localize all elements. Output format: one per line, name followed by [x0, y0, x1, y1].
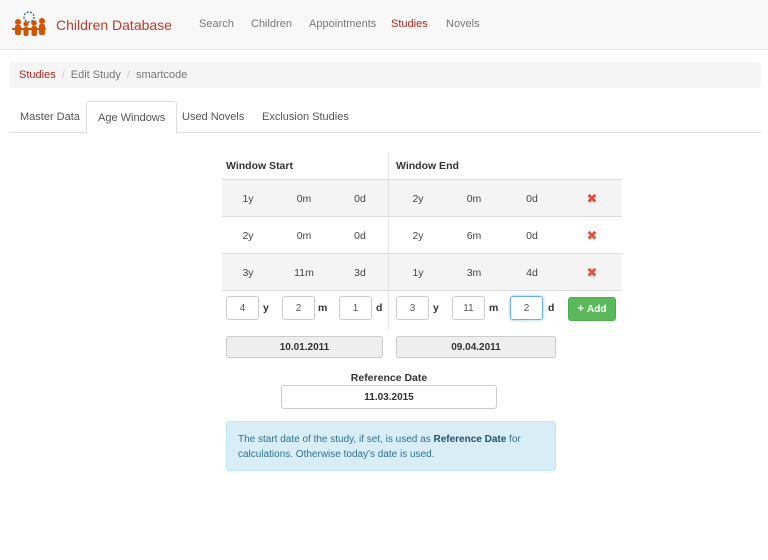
- end-years: 2y: [412, 193, 424, 205]
- tab-bar: Master Data Age Windows Used Novels Excl…: [9, 101, 761, 134]
- unit-days: d: [376, 302, 383, 314]
- header-window-start: Window Start: [226, 160, 293, 172]
- table-row: 2y 0m 0d 2y 6m 0d ✖: [222, 216, 622, 253]
- navbar: Children Database Search Children Appoin…: [0, 0, 768, 50]
- breadcrumb: Studies / Edit Study / smartcode: [9, 62, 761, 88]
- add-button[interactable]: + Add: [568, 297, 616, 321]
- info-text-before: The start date of the study, if set, is …: [238, 434, 434, 445]
- start-months: 0m: [296, 230, 312, 242]
- unit-days: d: [548, 302, 555, 314]
- reference-date-label: Reference Date: [350, 372, 428, 384]
- end-months: 0m: [466, 193, 482, 205]
- start-years: 1y: [242, 193, 254, 205]
- table-row: 3y 11m 3d 1y 3m 4d ✖: [222, 253, 622, 290]
- add-button-label: Add: [586, 303, 607, 315]
- start-months-input[interactable]: [282, 296, 315, 320]
- info-text-strong: Reference Date: [433, 434, 507, 445]
- plus-icon: +: [577, 303, 584, 315]
- start-months: 0m: [296, 193, 312, 205]
- tab-exclusion-studies[interactable]: Exclusion Studies: [251, 101, 360, 133]
- header-window-end: Window End: [396, 160, 459, 172]
- start-years: 3y: [242, 267, 254, 279]
- unit-months: m: [489, 302, 499, 314]
- start-date-display: 10.01.2011: [226, 336, 383, 358]
- brand[interactable]: Children Database: [10, 9, 172, 41]
- delete-icon[interactable]: ✖: [585, 228, 599, 244]
- end-months-input[interactable]: [452, 296, 485, 320]
- tab-master-data[interactable]: Master Data: [9, 101, 91, 133]
- end-days-input[interactable]: [510, 296, 543, 320]
- nav-search[interactable]: Search: [199, 18, 234, 30]
- delete-icon[interactable]: ✖: [585, 191, 599, 207]
- table-row: 1y 0m 0d 2y 0m 0d ✖: [222, 179, 622, 216]
- breadcrumb-current: smartcode: [135, 69, 188, 81]
- reference-date-input[interactable]: 11.03.2015: [281, 385, 497, 409]
- tab-age-windows[interactable]: Age Windows: [86, 101, 178, 134]
- unit-months: m: [318, 302, 328, 314]
- info-alert: The start date of the study, if set, is …: [226, 421, 556, 471]
- end-months: 3m: [466, 267, 482, 279]
- breadcrumb-studies[interactable]: Studies: [19, 69, 56, 81]
- start-days: 0d: [354, 230, 366, 242]
- end-days: 4d: [526, 267, 538, 279]
- start-days: 3d: [354, 267, 366, 279]
- start-years: 2y: [242, 230, 254, 242]
- start-months: 11m: [294, 267, 314, 279]
- breadcrumb-separator: /: [61, 69, 65, 81]
- end-years: 2y: [412, 230, 424, 242]
- children-logo-icon: [12, 11, 46, 36]
- end-years: 1y: [412, 267, 424, 279]
- end-years-input[interactable]: [396, 296, 429, 320]
- start-days: 0d: [354, 193, 366, 205]
- nav-studies[interactable]: Studies: [391, 18, 428, 30]
- breadcrumb-separator: /: [126, 69, 130, 81]
- end-days: 0d: [526, 230, 538, 242]
- start-years-input[interactable]: [226, 296, 259, 320]
- end-months: 6m: [466, 230, 482, 242]
- tab-used-novels[interactable]: Used Novels: [171, 101, 255, 133]
- nav-children[interactable]: Children: [251, 18, 292, 30]
- delete-icon[interactable]: ✖: [585, 265, 599, 281]
- start-days-input[interactable]: [339, 296, 372, 320]
- nav-appointments[interactable]: Appointments: [309, 18, 376, 30]
- column-divider: [388, 152, 389, 330]
- unit-years: y: [433, 302, 439, 314]
- nav-novels[interactable]: Novels: [446, 18, 480, 30]
- brand-title: Children Database: [56, 17, 172, 33]
- unit-years: y: [263, 302, 269, 314]
- end-date-display: 09.04.2011: [396, 336, 556, 358]
- end-days: 0d: [526, 193, 538, 205]
- breadcrumb-edit-study: Edit Study: [70, 69, 121, 81]
